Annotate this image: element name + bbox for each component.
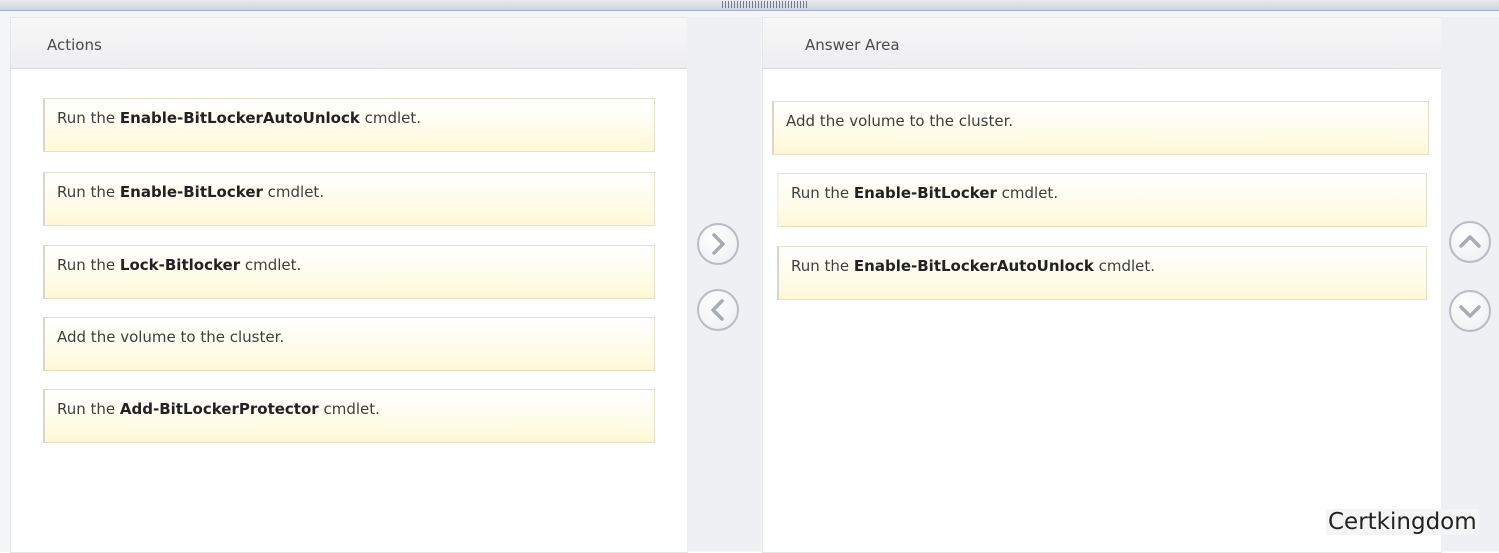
move-right-button[interactable] [697, 223, 739, 265]
action-item-text: Run the [57, 256, 120, 274]
answer-item[interactable]: Run the Enable-BitLocker cmdlet. [777, 173, 1427, 227]
action-item-text: Add the volume to the cluster. [57, 328, 285, 346]
action-item[interactable]: Run the Lock-Bitlocker cmdlet. [43, 245, 655, 299]
action-item[interactable]: Run the Enable-BitLocker cmdlet. [43, 172, 655, 226]
action-item[interactable]: Add the volume to the cluster. [43, 317, 655, 371]
action-item-text: Run the [57, 400, 120, 418]
reorder-controls-column [1441, 17, 1499, 551]
answer-item-cmdlet: Enable-BitLocker [853, 184, 997, 202]
action-item-text: cmdlet. [359, 109, 422, 127]
answer-area-panel: Answer Area Add the volume to the cluste… [762, 17, 1442, 553]
answer-item[interactable]: Run the Enable-BitLockerAutoUnlock cmdle… [777, 246, 1427, 300]
answer-area-title: Answer Area [805, 36, 900, 54]
action-item-text: cmdlet. [318, 400, 380, 418]
answer-item-text: cmdlet. [996, 184, 1059, 202]
actions-panel: Actions Run the Enable-BitLockerAutoUnlo… [10, 17, 688, 553]
action-item-cmdlet: Enable-BitLocker [119, 183, 263, 201]
answer-item-text: cmdlet. [1093, 257, 1156, 275]
drag-drop-question-frame: Actions Run the Enable-BitLockerAutoUnlo… [0, 0, 1499, 553]
answer-item[interactable]: Add the volume to the cluster. [772, 101, 1429, 155]
chevron-down-icon [1459, 305, 1481, 318]
move-left-button[interactable] [697, 289, 739, 331]
resize-bar [0, 0, 1499, 11]
action-item[interactable]: Run the Enable-BitLockerAutoUnlock cmdle… [43, 98, 655, 152]
action-item-text: Run the [57, 109, 120, 127]
action-item-cmdlet: Enable-BitLockerAutoUnlock [119, 109, 360, 127]
action-item-text: cmdlet. [262, 183, 325, 201]
answer-item-text: Run the [791, 257, 854, 275]
move-down-button[interactable] [1449, 290, 1491, 332]
action-item-text: Run the [57, 183, 120, 201]
resize-grip[interactable] [722, 1, 808, 8]
action-item-cmdlet: Lock-Bitlocker [119, 256, 241, 274]
answer-item-text: Run the [791, 184, 854, 202]
chevron-right-icon [712, 233, 725, 255]
actions-panel-header: Actions [11, 18, 687, 69]
watermark: Certkingdom [1326, 509, 1479, 535]
answer-item-text: Add the volume to the cluster. [786, 112, 1014, 130]
answer-item-cmdlet: Enable-BitLockerAutoUnlock [853, 257, 1094, 275]
move-controls-column [687, 17, 761, 551]
chevron-left-icon [711, 299, 724, 321]
move-up-button[interactable] [1449, 221, 1491, 263]
actions-panel-title: Actions [47, 36, 102, 54]
answer-area-header: Answer Area [763, 18, 1441, 69]
action-item[interactable]: Run the Add-BitLockerProtector cmdlet. [43, 389, 655, 443]
action-item-text: cmdlet. [240, 256, 302, 274]
chevron-up-icon [1459, 235, 1481, 248]
action-item-cmdlet: Add-BitLockerProtector [119, 400, 319, 418]
